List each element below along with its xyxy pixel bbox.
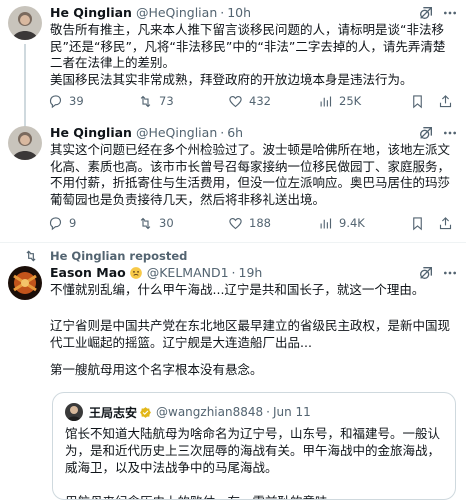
author-name[interactable]: He Qinglian (50, 124, 132, 142)
action-bar: 9 30 188 9.4K (48, 214, 458, 232)
quote-text-content: 馆长不知道大陆航母为啥命名为辽宁号，山东号，和福建号。一般认为，是和近代历史上三… (65, 426, 441, 499)
separator-dot: · (220, 5, 225, 20)
repost-label: He Qinglian reposted (50, 249, 188, 263)
bookmark-icon (413, 94, 422, 108)
tweet-1[interactable]: He Qinglian @HeQinglian · 10h 敬告所有推主，凡来本… (0, 0, 466, 122)
tweet-text: 不懂就别乱编，什么甲午海战...辽宁是共和国长子，就这一个理由。 (50, 282, 454, 299)
author-handle[interactable]: @KELMAND1 (147, 264, 229, 282)
more-icon[interactable] (442, 5, 458, 21)
separator-dot: · (266, 405, 270, 419)
quote-text: 馆长不知道大陆航母为啥命名为辽宁号，山东号，和福建号。一般认为，是和近代历史上三… (65, 425, 445, 499)
reply-icon (49, 94, 62, 108)
tweet-text-content: 敬告所有推主，凡来本人推下留言谈移民问题的人，请标明是谈“非法移民”还是“移民”… (50, 22, 446, 87)
views-icon (320, 218, 332, 228)
tweet-text: 第一艘航母用这个名字根本没有悬念。 (50, 362, 454, 379)
like-count: 432 (249, 94, 271, 108)
like-button[interactable]: 432 (228, 92, 271, 110)
tweet-text: 其实这个问题已经在多个州检验过了。波士顿是哈佛所在地，该地左派文化高、素质也高。… (50, 142, 454, 208)
views-count: 9.4K (339, 216, 365, 230)
timestamp[interactable]: 19h (239, 264, 263, 282)
separator-dot: · (220, 125, 225, 140)
timestamp[interactable]: 6h (227, 124, 243, 142)
repost-indicator[interactable]: He Qinglian reposted (24, 248, 187, 264)
bookmark-icon (413, 216, 422, 230)
share-icon (439, 216, 452, 229)
tweet-3[interactable]: Eason Mao @KELMAND1 · 19h 不懂就别乱编，什么甲午海战.… (0, 264, 466, 500)
share-button[interactable] (438, 214, 459, 232)
reply-icon (49, 216, 62, 230)
avatar[interactable] (8, 6, 42, 40)
avatar[interactable] (8, 266, 42, 300)
like-icon (229, 217, 242, 229)
tweet-paragraph-3: 第一艘航母用这个名字根本没有悬念。 (50, 362, 263, 377)
tweet-text: 敬告所有推主，凡来本人推下留言谈移民问题的人，请标明是谈“非法移民”还是“移民”… (50, 22, 454, 88)
like-button[interactable]: 188 (228, 214, 271, 232)
repost-button[interactable]: 30 (138, 214, 174, 232)
tweet-text-content: 其实这个问题已经在多个州检验过了。波士顿是哈佛所在地，该地左派文化高、素质也高。… (50, 142, 451, 207)
action-bar: 39 73 432 25K (48, 92, 458, 110)
author-handle[interactable]: @HeQinglian (136, 4, 217, 22)
repost-icon (140, 217, 151, 229)
grok-icon[interactable] (418, 5, 434, 21)
repost-indicator-icon (26, 250, 36, 262)
quoted-tweet[interactable]: 王局志安 @wangzhian8848 · Jun 11 馆长不知道大陆航母为啥… (52, 392, 456, 500)
quote-author-name[interactable]: 王局志安 (89, 404, 137, 421)
views-button[interactable]: 25K (318, 92, 361, 110)
views-count: 25K (339, 94, 362, 108)
grok-icon[interactable] (418, 265, 434, 281)
repost-icon (140, 95, 151, 107)
tweet-text: 辽宁省则是中国共产党在东北地区最早建立的省级民主政权，是新中国现代工业崛起的摇篮… (50, 318, 454, 351)
more-icon[interactable] (442, 125, 458, 141)
more-icon[interactable] (442, 265, 458, 281)
author-name[interactable]: He Qinglian (50, 4, 132, 22)
quote-timestamp[interactable]: Jun 11 (273, 405, 311, 419)
author-name[interactable]: Eason Mao (50, 264, 126, 282)
author-handle[interactable]: @HeQinglian (136, 124, 217, 142)
share-button[interactable] (438, 92, 459, 110)
bookmark-button[interactable] (410, 92, 431, 110)
like-icon (229, 95, 242, 107)
reply-count: 9 (69, 216, 77, 230)
avatar[interactable] (8, 126, 42, 160)
bookmark-button[interactable] (410, 214, 431, 232)
repost-count: 73 (159, 94, 174, 108)
grok-icon[interactable] (418, 125, 434, 141)
quote-author-handle[interactable]: @wangzhian8848 (156, 405, 263, 419)
tweet-2[interactable]: He Qinglian @HeQinglian · 6h 其实这个问题已经在多个… (0, 122, 466, 240)
views-icon (320, 96, 332, 106)
verified-badge-icon (140, 406, 151, 418)
tweet-paragraph-2: 辽宁省则是中国共产党在东北地区最早建立的省级民主政权，是新中国现代工业崛起的摇篮… (50, 318, 451, 350)
timestamp[interactable]: 10h (227, 4, 251, 22)
tweet-paragraph-1: 不懂就别乱编，什么甲午海战...辽宁是共和国长子，就这一个理由。 (50, 282, 425, 297)
repost-button[interactable]: 73 (138, 92, 174, 110)
like-count: 188 (249, 216, 271, 230)
separator-dot: · (231, 265, 236, 280)
tweet-divider (0, 242, 466, 243)
reply-count: 39 (69, 94, 84, 108)
share-icon (439, 94, 452, 107)
reply-button[interactable]: 9 (48, 214, 76, 232)
reply-button[interactable]: 39 (48, 92, 84, 110)
repost-count: 30 (159, 216, 174, 230)
emoji-face-icon (129, 267, 142, 279)
views-button[interactable]: 9.4K (318, 214, 365, 232)
quote-avatar[interactable] (65, 403, 83, 421)
